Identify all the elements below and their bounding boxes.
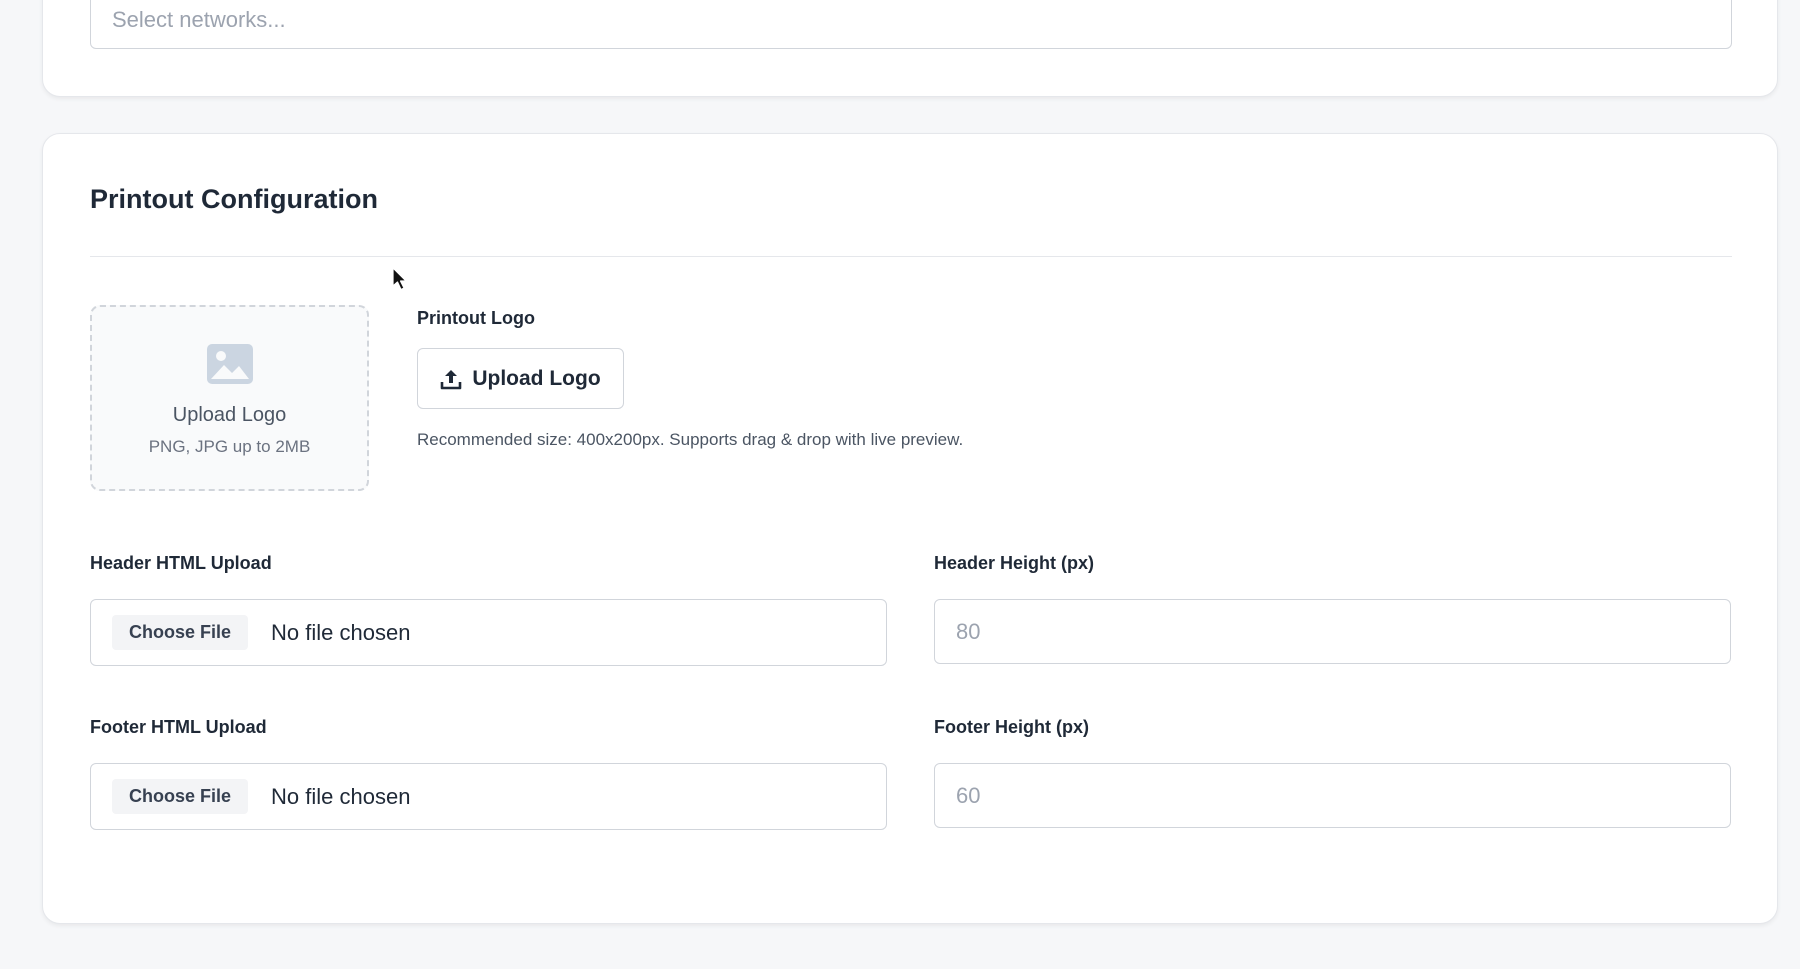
- header-file-status: No file chosen: [271, 619, 411, 645]
- printout-config-card: Printout Configuration Upload Logo PNG, …: [42, 133, 1778, 924]
- network-card: Select networks...: [42, 0, 1778, 97]
- logo-dropzone[interactable]: Upload Logo PNG, JPG up to 2MB: [90, 305, 369, 491]
- network-select[interactable]: Select networks...: [90, 0, 1732, 49]
- upload-logo-button[interactable]: Upload Logo: [417, 348, 624, 409]
- section-divider: [90, 256, 1732, 257]
- footer-html-label: Footer HTML Upload: [90, 717, 267, 737]
- mouse-cursor-icon: [392, 267, 407, 291]
- dropzone-subtitle: PNG, JPG up to 2MB: [148, 437, 311, 456]
- logo-help-text: Recommended size: 400x200px. Supports dr…: [417, 430, 964, 449]
- footer-choose-file-button[interactable]: Choose File: [112, 779, 249, 814]
- header-html-file-input[interactable]: Choose File No file chosen: [90, 599, 887, 666]
- dropzone-title: Upload Logo: [172, 404, 287, 426]
- upload-icon: [441, 369, 462, 389]
- upload-logo-label: Upload Logo: [472, 366, 601, 390]
- header-height-input[interactable]: [934, 599, 1731, 664]
- network-select-placeholder: Select networks...: [112, 7, 286, 32]
- section-title: Printout Configuration: [90, 184, 378, 214]
- header-choose-file-button[interactable]: Choose File: [112, 615, 249, 650]
- printout-logo-label: Printout Logo: [417, 308, 535, 328]
- footer-height-label: Footer Height (px): [934, 717, 1089, 737]
- header-height-label: Header Height (px): [934, 553, 1095, 573]
- footer-html-file-input[interactable]: Choose File No file chosen: [90, 763, 887, 830]
- header-html-label: Header HTML Upload: [90, 553, 272, 573]
- footer-height-input[interactable]: [934, 763, 1731, 828]
- image-icon: [206, 344, 253, 384]
- footer-file-status: No file chosen: [271, 783, 411, 809]
